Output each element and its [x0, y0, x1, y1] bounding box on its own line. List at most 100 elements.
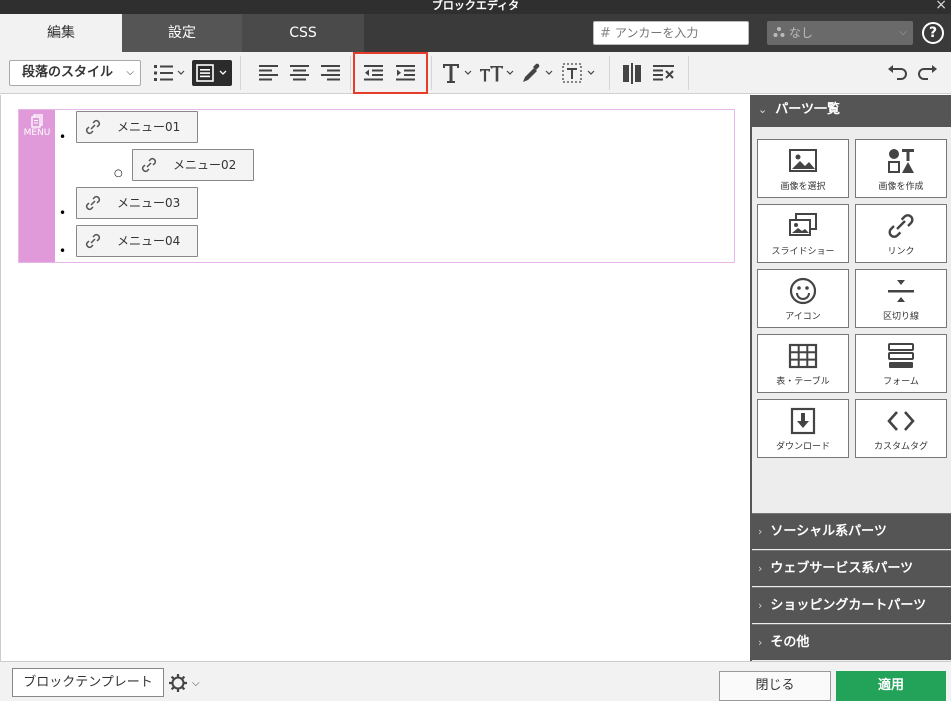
align-left-icon — [259, 65, 278, 81]
part-label: フォーム — [883, 377, 919, 387]
eyedropper-icon — [523, 63, 553, 82]
menu-item[interactable]: メニュー02 — [132, 149, 254, 181]
close-button[interactable]: 閉じる — [719, 671, 831, 701]
text-box-button[interactable] — [561, 60, 599, 86]
anchor-input[interactable] — [614, 26, 735, 40]
align-right-button[interactable] — [320, 60, 342, 86]
list-style-button[interactable] — [152, 60, 190, 86]
text-style-button[interactable] — [441, 60, 475, 86]
parts-panel-title: パーツ一覧 — [775, 102, 840, 117]
parts-panel-header[interactable]: ⌄ パーツ一覧 — [752, 95, 951, 127]
section-shopping-cart-parts[interactable]: › ショッピングカートパーツ — [752, 587, 951, 623]
text-box-icon — [562, 63, 595, 83]
chevron-down-icon: ⌵ — [899, 27, 907, 38]
toolbar-divider — [350, 56, 351, 90]
section-social-parts[interactable]: › ソーシャル系パーツ — [752, 513, 951, 549]
toolbar-divider — [688, 56, 689, 90]
part-image-create[interactable]: 画像を作成 — [855, 139, 947, 198]
part-download[interactable]: ダウンロード — [757, 399, 849, 458]
undo-button[interactable] — [886, 60, 908, 86]
toolbar-divider — [431, 56, 432, 90]
paragraph-block-icon — [192, 60, 232, 86]
menu-item[interactable]: メニュー03 — [76, 187, 198, 219]
part-label: リンク — [887, 247, 915, 257]
section-label: ソーシャル系パーツ — [770, 524, 887, 539]
apply-button[interactable]: 適用 — [836, 671, 946, 701]
form-icon — [888, 343, 914, 368]
chevron-down-icon: ⌵ — [126, 67, 134, 78]
section-label: ショッピングカートパーツ — [770, 598, 927, 613]
section-other[interactable]: › その他 — [752, 624, 951, 660]
menu-item[interactable]: メニュー04 — [76, 225, 198, 257]
smiley-icon — [789, 277, 817, 305]
align-center-icon — [290, 65, 309, 81]
clear-format-button[interactable] — [652, 60, 676, 86]
part-custom-tag[interactable]: カスタムタグ — [855, 399, 947, 458]
help-icon[interactable]: ? — [922, 22, 944, 44]
chevron-right-icon: › — [758, 525, 763, 538]
tab-settings[interactable]: 設定 — [122, 14, 242, 52]
window-title: ブロックエディタ — [431, 0, 520, 12]
list-bullet: • — [59, 206, 67, 220]
editor-canvas[interactable]: MENU • メニュー01 ○ メニュー02 • メニュー03 • メニュー04 — [0, 95, 750, 661]
toolbar: 段落のスタイル ⌵ — [0, 52, 951, 94]
part-divider[interactable]: 区切り線 — [855, 269, 947, 328]
align-center-button[interactable] — [289, 60, 311, 86]
divider-icon — [888, 280, 914, 302]
menu-block-label: MENU — [19, 110, 55, 262]
link-icon — [888, 214, 914, 238]
part-label: アイコン — [785, 312, 821, 322]
window-titlebar: ブロックエディタ × — [0, 0, 951, 14]
menu-item-label: メニュー01 — [117, 120, 181, 134]
chevron-right-icon: › — [758, 636, 763, 649]
tab-css[interactable]: CSS — [242, 14, 364, 52]
column-split-button[interactable] — [621, 60, 643, 86]
text-size-icon — [443, 64, 472, 83]
list-bullet-hollow: ○ — [114, 168, 123, 179]
tab-bar: 編集 設定 CSS # なし ⌵ ? — [0, 14, 951, 52]
download-icon — [790, 407, 816, 435]
part-image-select[interactable]: 画像を選択 — [757, 139, 849, 198]
part-icon[interactable]: アイコン — [757, 269, 849, 328]
block-format-button[interactable] — [192, 60, 232, 86]
part-label: カスタムタグ — [873, 442, 928, 452]
image-icon — [789, 149, 817, 172]
menu-item[interactable]: メニュー01 — [76, 111, 198, 143]
table-icon — [788, 343, 818, 369]
part-form[interactable]: フォーム — [855, 334, 947, 393]
align-left-button[interactable] — [258, 60, 280, 86]
chevron-right-icon: › — [758, 562, 763, 575]
block-template-button[interactable]: ブロックテンプレート — [12, 668, 164, 697]
part-slideshow[interactable]: スライドショー — [757, 204, 849, 263]
layer-select[interactable]: なし ⌵ — [767, 21, 913, 45]
layer-select-value: なし — [789, 26, 814, 40]
indent-group-highlight — [353, 52, 428, 94]
hash-icon: # — [600, 26, 611, 41]
clear-format-icon — [653, 65, 674, 81]
part-label: 区切り線 — [882, 312, 919, 322]
part-label: スライドショー — [771, 247, 835, 257]
anchor-field[interactable]: # — [593, 21, 749, 45]
menu-block[interactable]: MENU • メニュー01 ○ メニュー02 • メニュー03 • メニュー04 — [18, 109, 735, 263]
undo-icon — [888, 65, 907, 80]
section-webservice-parts[interactable]: › ウェブサービス系パーツ — [752, 550, 951, 586]
align-right-icon — [321, 65, 340, 81]
part-link[interactable]: リンク — [855, 204, 947, 263]
close-window-icon[interactable]: × — [935, 0, 947, 12]
shapes-icon — [888, 149, 914, 173]
redo-button[interactable] — [917, 60, 939, 86]
menu-item-label: メニュー04 — [117, 234, 181, 248]
column-split-icon — [623, 63, 641, 84]
gear-icon[interactable] — [168, 673, 188, 693]
bullet-list-icon — [154, 65, 185, 81]
color-picker-button[interactable] — [520, 60, 556, 86]
chevron-down-icon[interactable]: ⌵ — [192, 678, 200, 689]
tab-edit[interactable]: 編集 — [0, 14, 122, 52]
list-bullet: • — [59, 130, 67, 144]
part-table[interactable]: 表・テーブル — [757, 334, 849, 393]
chevron-down-icon: ⌄ — [758, 103, 768, 116]
font-size-button[interactable] — [478, 60, 516, 86]
paragraph-style-select[interactable]: 段落のスタイル ⌵ — [9, 60, 141, 86]
part-label: 画像を作成 — [878, 182, 924, 192]
code-icon — [887, 411, 915, 431]
